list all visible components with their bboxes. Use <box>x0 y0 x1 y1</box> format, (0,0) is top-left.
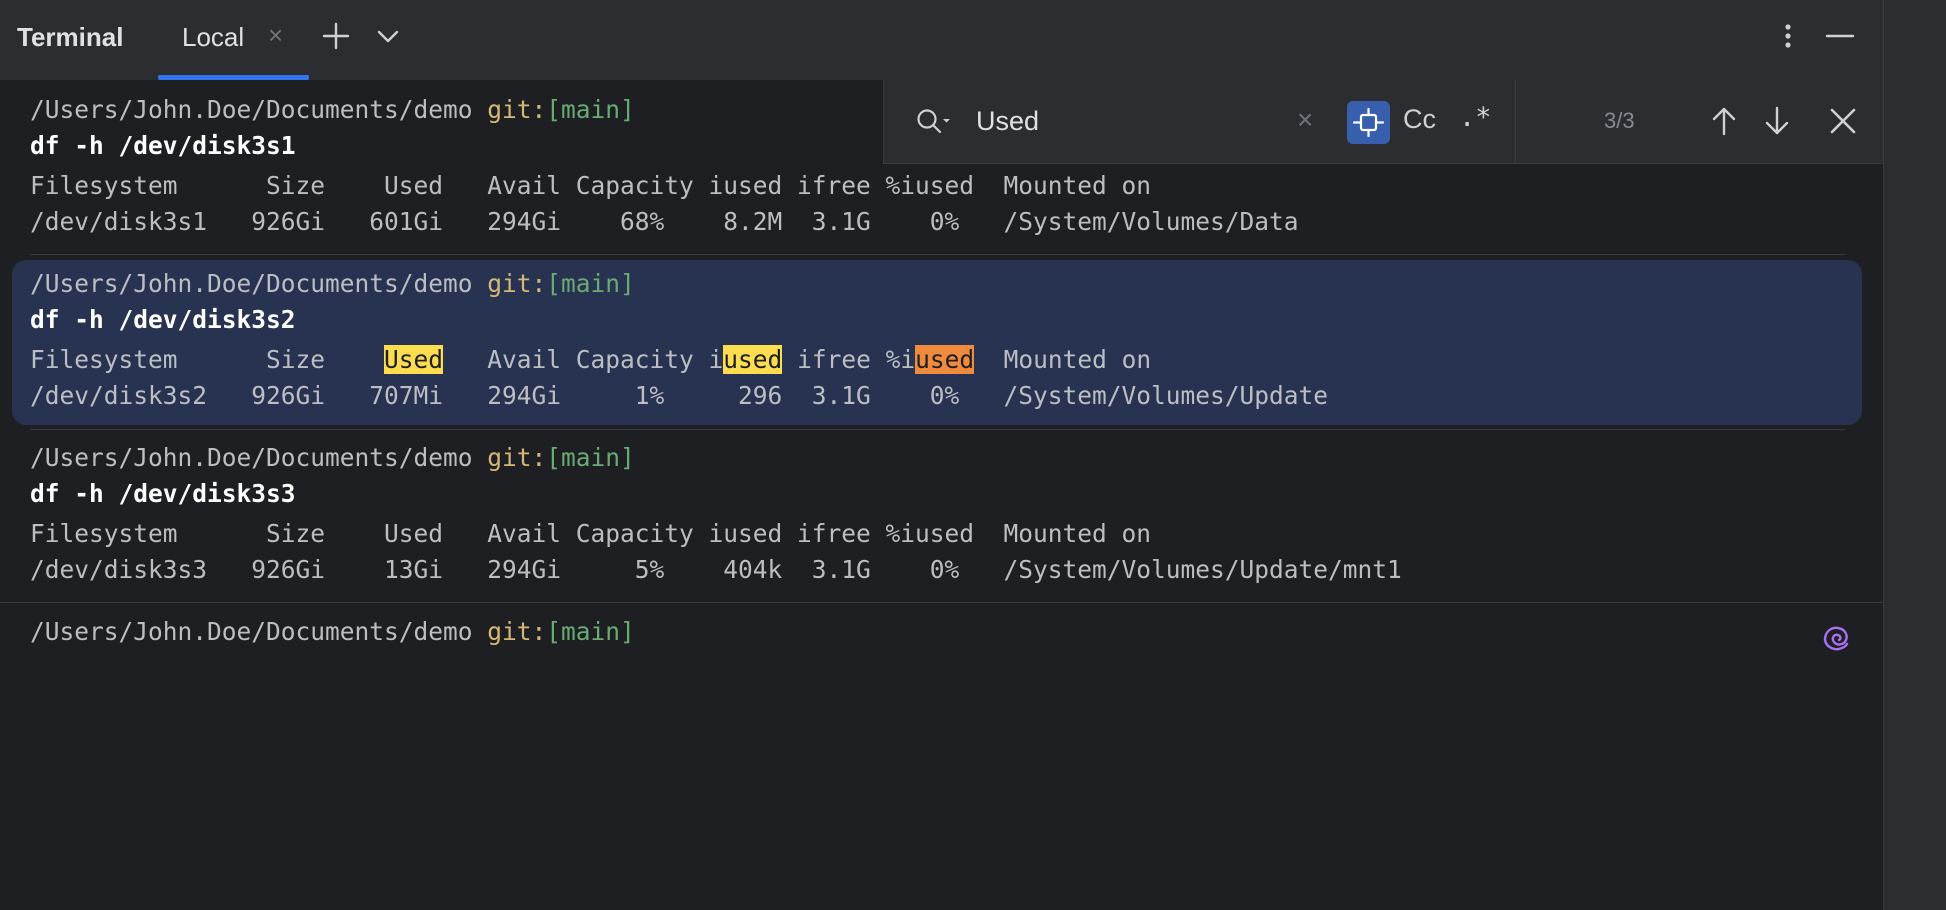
close-icon[interactable] <box>1825 102 1861 140</box>
terminal-window: Terminal Local × /Users/John.Doe/Documen… <box>0 0 1946 910</box>
prompt-path: /Users/John.Doe/Documents/demo <box>30 443 473 472</box>
whole-words-icon <box>1347 101 1390 144</box>
clear-search-icon[interactable]: × <box>1297 104 1313 136</box>
git-branch: [main] <box>546 269 635 298</box>
output-text: Filesystem Size <box>30 345 384 374</box>
whole-words-toggle[interactable] <box>1347 101 1390 144</box>
git-branch: [main] <box>546 443 635 472</box>
block-divider <box>30 429 1845 430</box>
arrow-up-icon[interactable] <box>1706 102 1742 140</box>
prompt-line: /Users/John.Doe/Documents/demo git:[main… <box>30 268 635 300</box>
current-prompt[interactable]: /Users/John.Doe/Documents/demo git:[main… <box>12 616 1862 656</box>
prompt-path: /Users/John.Doe/Documents/demo <box>30 617 473 646</box>
output-header-row: Filesystem Size Used Avail Capacity iuse… <box>30 344 1151 376</box>
output-header-row: Filesystem Size Used Avail Capacity iuse… <box>30 518 1151 550</box>
output-text: ifree %i <box>782 345 915 374</box>
tab-local[interactable]: Local × <box>158 0 309 80</box>
more-vertical-icon[interactable] <box>1770 18 1806 54</box>
match-count: 3/3 <box>1604 108 1635 134</box>
tool-window-header: Terminal Local × <box>0 0 1883 80</box>
plus-icon[interactable] <box>318 18 354 54</box>
git-branch: [main] <box>546 617 635 646</box>
command-block[interactable]: /Users/John.Doe/Documents/demo git:[main… <box>12 442 1862 582</box>
tab-label: Local <box>182 22 244 53</box>
output-text: Mounted on <box>974 345 1151 374</box>
search-match-highlight: Used <box>384 345 443 374</box>
output-header-row: Filesystem Size Used Avail Capacity iuse… <box>30 170 1151 202</box>
prompt-divider <box>0 602 1883 603</box>
git-label: git: <box>487 269 546 298</box>
git-label: git: <box>487 95 546 124</box>
current-search-match-highlight: used <box>915 345 974 374</box>
minimize-icon[interactable] <box>1822 18 1858 54</box>
git-branch: [main] <box>546 95 635 124</box>
block-divider <box>30 254 1845 255</box>
search-match-highlight: used <box>723 345 782 374</box>
tab-close-icon[interactable]: × <box>268 20 283 51</box>
prompt-line: /Users/John.Doe/Documents/demo git:[main… <box>30 442 635 474</box>
search-panel-divider <box>1515 80 1516 163</box>
output-data-row: /dev/disk3s1 926Gi 601Gi 294Gi 68% 8.2M … <box>30 206 1299 238</box>
prompt-path: /Users/John.Doe/Documents/demo <box>30 269 473 298</box>
right-gutter <box>1883 0 1946 910</box>
git-label: git: <box>487 443 546 472</box>
output-text: Avail Capacity i <box>443 345 723 374</box>
arrow-down-icon[interactable] <box>1759 102 1795 140</box>
command-text: df -h /dev/disk3s1 <box>30 130 296 162</box>
terminal-output[interactable]: /Users/John.Doe/Documents/demo git:[main… <box>0 80 1883 910</box>
regex-toggle[interactable]: .* <box>1459 102 1492 133</box>
search-input[interactable] <box>976 101 1276 141</box>
tool-window-title: Terminal <box>17 22 123 53</box>
ai-assistant-icon[interactable] <box>1820 622 1852 654</box>
prompt-line: /Users/John.Doe/Documents/demo git:[main… <box>30 616 635 648</box>
prompt-line: /Users/John.Doe/Documents/demo git:[main… <box>30 94 635 126</box>
output-data-row: /dev/disk3s2 926Gi 707Mi 294Gi 1% 296 3.… <box>30 380 1328 412</box>
chevron-down-icon[interactable] <box>370 18 406 54</box>
search-history-icon[interactable] <box>914 106 954 138</box>
command-text: df -h /dev/disk3s3 <box>30 478 296 510</box>
output-data-row: /dev/disk3s3 926Gi 13Gi 294Gi 5% 404k 3.… <box>30 554 1402 586</box>
match-case-toggle[interactable]: Cc <box>1403 104 1436 135</box>
command-text: df -h /dev/disk3s2 <box>30 304 296 336</box>
prompt-path: /Users/John.Doe/Documents/demo <box>30 95 473 124</box>
find-panel: × Cc .* 3/3 <box>883 80 1884 164</box>
git-label: git: <box>487 617 546 646</box>
command-block-selected[interactable]: /Users/John.Doe/Documents/demo git:[main… <box>12 260 1862 425</box>
